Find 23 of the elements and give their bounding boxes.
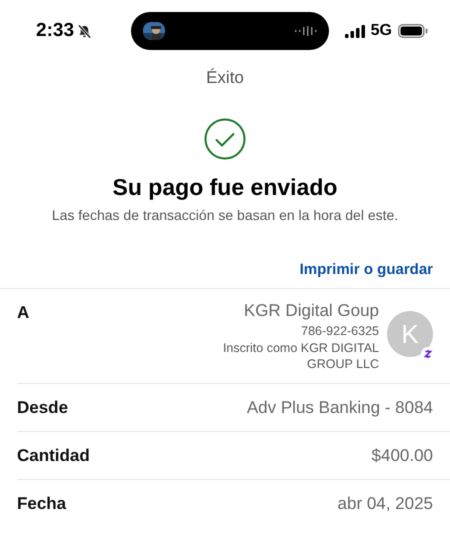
detail-label: Desde [17,398,68,418]
success-check-icon [204,118,246,160]
payment-badge-icon [421,347,435,361]
detail-value: Adv Plus Banking - 8084 [246,398,433,418]
detail-value: abr 04, 2025 [338,494,433,514]
audio-wave-icon [295,26,318,36]
detail-value: $400.00 [372,446,433,466]
detail-label: Cantidad [17,446,90,466]
confirmation-note: Las fechas de transacción se basan en la hora del este. [52,207,398,223]
recipient-phone: 786-922-6325 [301,324,379,338]
status-time: 2:33 [36,20,74,42]
recipient-enrollment: Inscrito como KGR DIGITAL GROUP LLC [222,341,379,372]
battery-icon [398,24,428,38]
dynamic-island[interactable] [131,12,330,50]
print-or-save-link[interactable]: Imprimir o guardar [300,261,433,278]
detail-label: A [17,303,30,324]
bell-muted-icon [77,24,92,38]
recipient-name: KGR Digital Goup [244,301,379,321]
confirmation-heading: Su pago fue enviado [112,174,338,201]
network-label: 5G [370,22,392,40]
signal-icon [344,24,365,38]
screen-title: Éxito [206,68,244,88]
detail-label: Fecha [17,494,66,514]
